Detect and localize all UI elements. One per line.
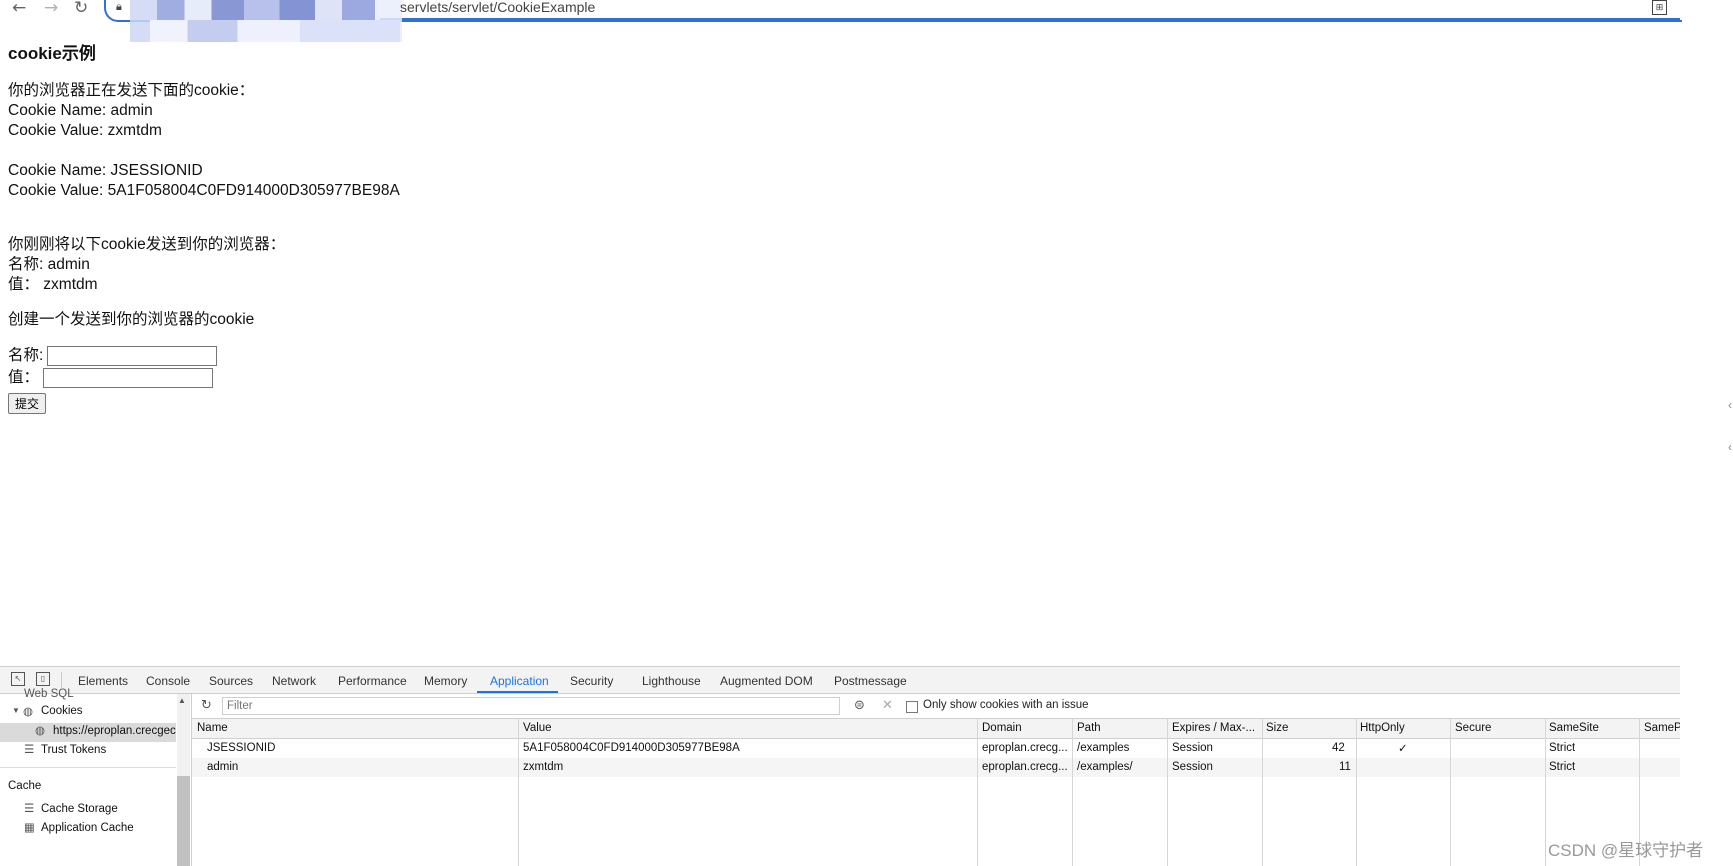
lock-icon[interactable]: 🔒︎ xyxy=(116,0,122,14)
column-header-secure[interactable]: Secure xyxy=(1455,722,1491,734)
table-row[interactable] xyxy=(192,758,1680,777)
collapse-arrow-icon[interactable]: ‹ xyxy=(1728,398,1732,412)
active-tab-indicator xyxy=(477,691,558,693)
devtools-panel: ↖ ▯ Elements Console Sources Network Per… xyxy=(0,666,1680,866)
cell-domain[interactable]: eproplan.crecg... xyxy=(982,742,1068,754)
only-issues-checkbox[interactable] xyxy=(906,701,918,713)
address-bar-border xyxy=(380,18,1680,20)
cell-value[interactable]: 5A1F058004C0FD914000D305977BE98A xyxy=(523,742,740,754)
database-icon: ☰ xyxy=(24,803,35,815)
reload-icon[interactable]: ↻ xyxy=(74,0,88,18)
value-form-row: 值： xyxy=(8,367,400,389)
cookie-icon: ◍ xyxy=(35,725,46,737)
browser-toolbar: ← → ↻ 🔒︎ servlets/servlet/CookieExample … xyxy=(0,0,1682,42)
cookie-value-input[interactable] xyxy=(43,368,214,388)
just-sent-heading: 你刚刚将以下cookie发送到你的浏览器： xyxy=(8,236,286,253)
tab-performance[interactable]: Performance xyxy=(338,674,407,688)
application-sidebar: Web SQL ▲ ▼ ◍ Cookies ◍ https://eproplan… xyxy=(0,688,192,866)
tab-postmessage[interactable]: Postmessage xyxy=(834,674,907,688)
column-header-name[interactable]: Name xyxy=(197,722,228,734)
cell-value[interactable]: zxmtdm xyxy=(523,761,563,773)
name-label: 名称: xyxy=(8,347,44,364)
tab-security[interactable]: Security xyxy=(570,674,613,688)
inspect-element-icon[interactable]: ↖ xyxy=(11,672,25,686)
cookie-table: Name Value Domain Path Expires / Max-...… xyxy=(192,719,1680,866)
clear-filtered-icon[interactable]: ⊜ xyxy=(854,698,865,713)
device-toolbar-icon[interactable]: ▯ xyxy=(36,672,50,686)
submit-button[interactable]: 提交 xyxy=(8,393,47,414)
cell-size[interactable]: 42 xyxy=(1332,742,1345,754)
collapse-arrow-icon[interactable]: ‹ xyxy=(1728,440,1732,454)
value-label: 值： xyxy=(8,369,40,386)
cell-name[interactable]: admin xyxy=(207,761,238,773)
devtools-tab-bar: ↖ ▯ Elements Console Sources Network Per… xyxy=(0,667,1680,694)
column-header-domain[interactable]: Domain xyxy=(982,722,1022,734)
forward-arrow-icon[interactable]: → xyxy=(44,0,58,18)
sidebar-item-cookies[interactable]: Cookies xyxy=(41,705,83,717)
name-form-row: 名称: xyxy=(8,345,400,367)
cell-domain[interactable]: eproplan.crecg... xyxy=(982,761,1068,773)
scroll-up-icon[interactable]: ▲ xyxy=(178,696,186,705)
back-arrow-icon[interactable]: ← xyxy=(12,0,26,18)
sidebar-item-cache-storage[interactable]: Cache Storage xyxy=(41,803,118,815)
column-header-samesite[interactable]: SameSite xyxy=(1549,722,1599,734)
table-row[interactable] xyxy=(192,739,1680,758)
cookie-name-line: Cookie Name: JSESSIONID xyxy=(8,162,203,179)
column-header-httponly[interactable]: HttpOnly xyxy=(1360,722,1405,734)
sending-heading: 你的浏览器正在发送下面的cookie： xyxy=(8,82,255,99)
csdn-watermark: CSDN @星球守护者 xyxy=(1548,841,1704,860)
cell-name[interactable]: JSESSIONID xyxy=(207,742,275,754)
cell-samesite[interactable]: Strict xyxy=(1549,761,1575,773)
sidebar-section-cache: Cache xyxy=(8,780,42,792)
filter-input[interactable]: Filter xyxy=(222,697,840,715)
delete-icon[interactable]: ✕ xyxy=(882,698,893,713)
tab-application[interactable]: Application xyxy=(490,674,549,688)
just-sent-value: 值： zxmtdm xyxy=(8,276,98,293)
tab-lighthouse[interactable]: Lighthouse xyxy=(642,674,701,688)
tab-elements[interactable]: Elements xyxy=(78,674,128,688)
only-issues-label[interactable]: Only show cookies with an issue xyxy=(923,699,1089,711)
sidebar-scrollbar[interactable] xyxy=(177,776,190,866)
cell-path[interactable]: /examples xyxy=(1077,742,1129,754)
column-header-value[interactable]: Value xyxy=(523,722,552,734)
sidebar-item-web-sql[interactable]: Web SQL xyxy=(24,688,74,700)
qr-code-icon[interactable]: ⊞ xyxy=(1652,0,1667,15)
column-header-sameparty[interactable]: SamePa xyxy=(1644,722,1680,734)
cell-expires[interactable]: Session xyxy=(1172,761,1213,773)
create-cookie-heading: 创建一个发送到你的浏览器的cookie xyxy=(8,311,255,328)
page-title: cookie示例 xyxy=(8,44,96,63)
database-icon: ☰ xyxy=(24,744,35,756)
page-content: cookie示例 你的浏览器正在发送下面的cookie： Cookie Name… xyxy=(8,44,400,414)
grid-icon: ▦ xyxy=(24,822,35,834)
expand-arrow-icon[interactable]: ▼ xyxy=(12,706,20,715)
cookie-value-line: Cookie Value: 5A1F058004C0FD914000D30597… xyxy=(8,182,400,199)
column-header-path[interactable]: Path xyxy=(1077,722,1101,734)
cell-samesite[interactable]: Strict xyxy=(1549,742,1575,754)
tab-network[interactable]: Network xyxy=(272,674,316,688)
cookie-name-input[interactable] xyxy=(47,346,218,366)
tab-memory[interactable]: Memory xyxy=(424,674,467,688)
just-sent-name: 名称: admin xyxy=(8,256,90,273)
refresh-icon[interactable]: ↻ xyxy=(201,698,212,713)
cookie-filter-bar: ↻ Filter ⊜ ✕ Only show cookies with an i… xyxy=(192,694,1680,719)
cookie-icon: ◍ xyxy=(23,706,34,718)
cell-expires[interactable]: Session xyxy=(1172,742,1213,754)
sidebar-item-application-cache[interactable]: Application Cache xyxy=(41,822,134,834)
cell-path[interactable]: /examples/ xyxy=(1077,761,1133,773)
column-header-size[interactable]: Size xyxy=(1266,722,1288,734)
cookie-value-line: Cookie Value: zxmtdm xyxy=(8,122,162,139)
sidebar-item-trust-tokens[interactable]: Trust Tokens xyxy=(41,744,106,756)
tab-sources[interactable]: Sources xyxy=(209,674,253,688)
tab-augmented-dom[interactable]: Augmented DOM xyxy=(720,674,813,688)
redacted-url-block-lower xyxy=(150,20,400,42)
cookie-name-line: Cookie Name: admin xyxy=(8,102,153,119)
cell-size[interactable]: 11 xyxy=(1339,761,1351,773)
cell-httponly-check-icon[interactable]: ✓ xyxy=(1398,741,1408,755)
url-text[interactable]: servlets/servlet/CookieExample xyxy=(400,0,595,15)
tab-console[interactable]: Console xyxy=(146,674,190,688)
sidebar-item-cookie-origin[interactable]: https://eproplan.crecgec xyxy=(53,725,177,737)
column-header-expires[interactable]: Expires / Max-... xyxy=(1172,722,1255,734)
